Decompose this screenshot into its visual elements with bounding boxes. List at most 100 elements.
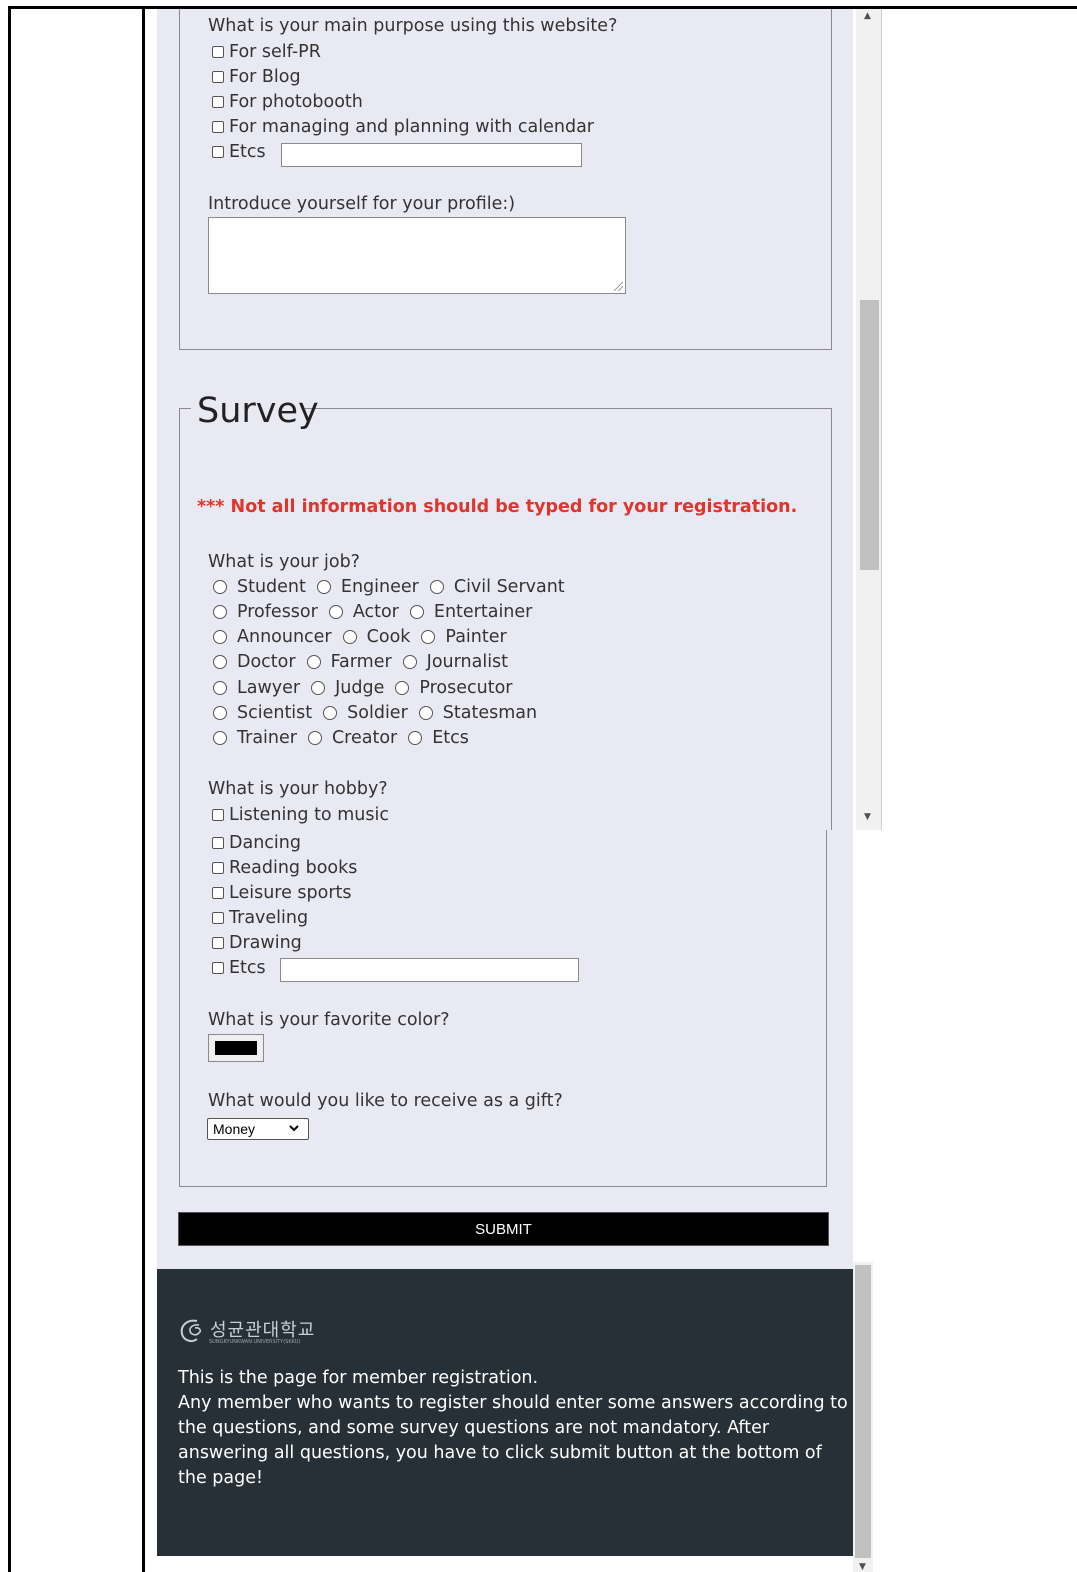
submit-button[interactable]: SUBMIT	[178, 1212, 829, 1246]
radio[interactable]	[316, 580, 331, 594]
survey-legend: Survey	[197, 391, 319, 431]
job-option-scientist[interactable]: Scientist	[213, 703, 312, 723]
radio[interactable]	[213, 630, 227, 644]
hobby-option-reading[interactable]: Reading books	[212, 858, 357, 878]
radio[interactable]	[213, 580, 227, 594]
color-picker[interactable]	[208, 1034, 264, 1062]
chevron-down-icon	[288, 1121, 300, 1138]
checkbox[interactable]	[212, 146, 224, 158]
job-option-doctor[interactable]: Doctor	[213, 652, 296, 672]
profile-textarea[interactable]	[208, 217, 626, 294]
radio[interactable]	[408, 731, 423, 745]
footer-line: the questions, and some survey questions…	[178, 1418, 770, 1438]
checkbox[interactable]	[212, 837, 224, 849]
radio[interactable]	[418, 706, 433, 720]
checkbox[interactable]	[212, 96, 224, 108]
radio[interactable]	[409, 605, 424, 619]
job-option-lawyer[interactable]: Lawyer	[213, 678, 300, 698]
hobby-option-traveling[interactable]: Traveling	[212, 908, 308, 928]
checkbox[interactable]	[212, 71, 224, 83]
job-option-farmer[interactable]: Farmer	[306, 652, 392, 672]
job-option-civil-servant[interactable]: Civil Servant	[429, 577, 565, 597]
job-option-journalist[interactable]: Journalist	[402, 652, 508, 672]
checkbox[interactable]	[212, 862, 224, 874]
job-option-announcer[interactable]: Announcer	[213, 627, 332, 647]
footer-line: the page!	[178, 1468, 264, 1488]
purpose-option-calendar[interactable]: For managing and planning with calendar	[212, 117, 594, 137]
radio[interactable]	[213, 605, 227, 619]
purpose-option-photobooth[interactable]: For photobooth	[212, 92, 363, 112]
radio[interactable]	[421, 630, 436, 644]
footer-description: This is the page for member registration…	[178, 1366, 848, 1491]
inner-table-border	[142, 6, 145, 1572]
radio[interactable]	[328, 605, 343, 619]
job-option-trainer[interactable]: Trainer	[213, 728, 297, 748]
job-option-soldier[interactable]: Soldier	[323, 703, 408, 723]
radio[interactable]	[395, 681, 410, 695]
radio[interactable]	[213, 655, 227, 669]
hobby-etcs-input[interactable]	[280, 958, 579, 982]
job-question: What is your job?	[208, 552, 360, 572]
purpose-etcs-input[interactable]	[281, 143, 582, 167]
checkbox[interactable]	[212, 121, 224, 133]
radio[interactable]	[213, 681, 227, 695]
iframe-scrollbar-thumb[interactable]	[860, 300, 879, 570]
radio[interactable]	[213, 706, 227, 720]
logo-subtext: SUNGKYUNKWAN UNIVERSITY(SKKU)	[209, 1339, 301, 1345]
purpose-option-blog[interactable]: For Blog	[212, 67, 301, 87]
color-swatch-fill	[215, 1041, 257, 1055]
job-row: Scientist Soldier Statesman	[213, 703, 548, 723]
resize-grip-icon[interactable]	[614, 282, 623, 291]
checkbox[interactable]	[212, 46, 224, 58]
checkbox[interactable]	[212, 887, 224, 899]
job-option-creator[interactable]: Creator	[307, 728, 397, 748]
radio[interactable]	[429, 580, 444, 594]
job-option-cook[interactable]: Cook	[342, 627, 410, 647]
checkbox[interactable]	[212, 937, 224, 949]
checkbox[interactable]	[212, 912, 224, 924]
hobby-option-dancing[interactable]: Dancing	[212, 833, 301, 853]
job-option-engineer[interactable]: Engineer	[316, 577, 419, 597]
radio[interactable]	[213, 731, 227, 745]
purpose-option-self-pr[interactable]: For self-PR	[212, 42, 321, 62]
job-option-painter[interactable]: Painter	[421, 627, 507, 647]
job-option-judge[interactable]: Judge	[311, 678, 384, 698]
checkbox[interactable]	[212, 962, 224, 974]
job-option-statesman[interactable]: Statesman	[418, 703, 537, 723]
job-row: Announcer Cook Painter	[213, 627, 518, 647]
gift-select[interactable]: Money	[207, 1118, 309, 1140]
checkbox[interactable]	[212, 809, 224, 821]
scroll-down-arrow-icon[interactable]: ▼	[864, 812, 871, 822]
scroll-up-arrow-icon[interactable]: ▲	[864, 11, 871, 21]
purpose-question: What is your main purpose using this web…	[208, 16, 618, 36]
job-option-prosecutor[interactable]: Prosecutor	[395, 678, 512, 698]
radio[interactable]	[402, 655, 417, 669]
job-option-entertainer[interactable]: Entertainer	[409, 602, 532, 622]
footer-line: This is the page for member registration…	[178, 1368, 539, 1388]
hobby-option-music[interactable]: Listening to music	[212, 805, 389, 825]
logo-text: 성균관대학교	[210, 1320, 316, 1341]
hobby-option-leisure-sports[interactable]: Leisure sports	[212, 883, 352, 903]
gift-question: What would you like to receive as a gift…	[208, 1091, 563, 1111]
hobby-option-drawing[interactable]: Drawing	[212, 933, 302, 953]
page-scroll-down-arrow-icon[interactable]: ▼	[859, 1562, 866, 1572]
job-option-professor[interactable]: Professor	[213, 602, 318, 622]
radio[interactable]	[311, 681, 326, 695]
university-logo: 성균관대학교 SUNGKYUNKWAN UNIVERSITY(SKKU)	[177, 1316, 315, 1346]
radio[interactable]	[323, 706, 338, 720]
job-row: Student Engineer Civil Servant	[213, 577, 576, 597]
survey-notice: *** Not all information should be typed …	[197, 497, 798, 517]
job-row: Lawyer Judge Prosecutor	[213, 678, 523, 698]
job-row: Professor Actor Entertainer	[213, 602, 543, 622]
job-option-actor[interactable]: Actor	[328, 602, 399, 622]
footer-line: answering all questions, you have to cli…	[178, 1443, 822, 1463]
hobby-option-etcs[interactable]: Etcs	[212, 958, 266, 978]
radio[interactable]	[307, 731, 322, 745]
purpose-option-etcs[interactable]: Etcs	[212, 142, 266, 162]
job-option-etcs[interactable]: Etcs	[408, 728, 469, 748]
radio[interactable]	[306, 655, 321, 669]
job-option-student[interactable]: Student	[213, 577, 306, 597]
page-scrollbar-thumb[interactable]	[855, 1265, 871, 1558]
outer-table-border-left	[8, 6, 11, 1572]
radio[interactable]	[342, 630, 357, 644]
